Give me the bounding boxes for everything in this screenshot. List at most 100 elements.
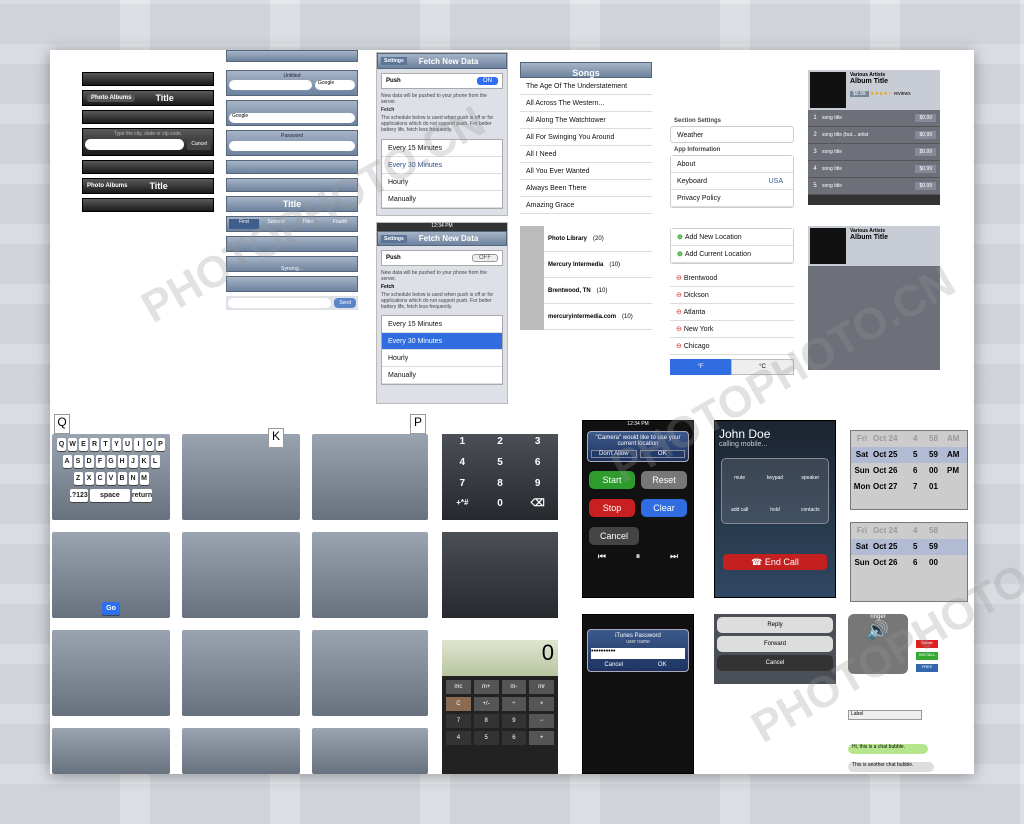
picker-row-selected[interactable]: Sat Oct 25 5 59 bbox=[851, 539, 967, 555]
track-row[interactable]: 5 song title $0.99 bbox=[808, 178, 940, 195]
song-item[interactable]: Always Been There bbox=[520, 180, 652, 197]
segment-fourth[interactable]: Fourth bbox=[325, 219, 355, 229]
start-button[interactable]: Start bbox=[589, 471, 635, 489]
hold-button[interactable]: hold bbox=[757, 491, 792, 523]
key-1[interactable]: 1 bbox=[444, 436, 481, 456]
compose-toolbar[interactable] bbox=[226, 276, 358, 292]
sign-key[interactable]: +/- bbox=[473, 697, 499, 711]
key-5[interactable]: 5 bbox=[482, 457, 519, 477]
key[interactable]: L bbox=[150, 455, 160, 468]
toolbar-icons[interactable] bbox=[226, 236, 358, 252]
speaker-button[interactable]: speaker bbox=[793, 459, 828, 491]
city-search-input[interactable] bbox=[85, 139, 185, 150]
buy-button[interactable]: $0.99 bbox=[915, 131, 936, 139]
message-input[interactable] bbox=[228, 298, 332, 308]
cancel-action-button[interactable]: Cancel bbox=[717, 655, 833, 671]
picker-row[interactable]: Fri Oct 24 4 58 AM bbox=[851, 431, 967, 447]
password-field[interactable] bbox=[229, 141, 355, 151]
key[interactable]: U bbox=[123, 438, 132, 451]
delete-icon[interactable]: ⊖ bbox=[676, 275, 684, 282]
city-row[interactable]: ⊖ Dickson bbox=[670, 287, 794, 304]
celsius-segment[interactable]: °C bbox=[731, 359, 794, 375]
fetch-option-30[interactable]: Every 30 Minutes bbox=[382, 157, 502, 174]
google-search-field[interactable]: Google bbox=[315, 80, 355, 90]
key-6[interactable]: 6 bbox=[519, 457, 556, 477]
push-toggle-off[interactable]: OFF bbox=[472, 254, 498, 262]
song-item[interactable]: All I Need bbox=[520, 146, 652, 163]
fetch-option-manual[interactable]: Manually bbox=[382, 191, 502, 208]
key-symbols[interactable]: +*# bbox=[444, 498, 481, 518]
song-item[interactable]: Amazing Grace bbox=[520, 197, 652, 214]
clear-button[interactable]: Clear bbox=[641, 499, 687, 517]
mute-button[interactable]: mute bbox=[722, 459, 757, 491]
cancel-button[interactable]: Cancel bbox=[187, 139, 211, 150]
toolbar-actions-dark-2[interactable] bbox=[82, 198, 214, 212]
reply-button[interactable]: Reply bbox=[717, 617, 833, 633]
key[interactable]: O bbox=[145, 438, 154, 451]
mminus-key[interactable]: m- bbox=[501, 680, 527, 694]
settings-back-button[interactable]: Settings bbox=[381, 57, 407, 65]
key[interactable]: A bbox=[62, 455, 72, 468]
add-new-location-row[interactable]: ⊕ Add New Location bbox=[671, 229, 793, 246]
delete-icon[interactable]: ⊖ bbox=[676, 292, 684, 299]
pause-icon[interactable]: ⏸ bbox=[636, 551, 641, 562]
key[interactable]: Y bbox=[112, 438, 121, 451]
city-row[interactable]: ⊖ Atlanta bbox=[670, 304, 794, 321]
key[interactable]: W bbox=[68, 438, 77, 451]
itunes-ok-button[interactable]: OK bbox=[639, 662, 685, 668]
key-9[interactable]: 9 bbox=[519, 478, 556, 498]
media-row[interactable]: Brentwood, TN (10) bbox=[520, 277, 652, 304]
delete-icon[interactable]: ⊖ bbox=[676, 326, 684, 333]
blue-action-toolbar[interactable] bbox=[226, 178, 358, 192]
about-row[interactable]: About bbox=[671, 156, 793, 173]
backspace-key[interactable]: ⌫ bbox=[519, 498, 556, 518]
go-key[interactable]: Go bbox=[102, 602, 120, 615]
key[interactable]: B bbox=[117, 472, 127, 485]
end-call-button[interactable]: ☎ End Call bbox=[723, 554, 827, 570]
picker-row[interactable]: Sun Oct 26 6 00 bbox=[851, 555, 967, 571]
fetch2-option-30-selected[interactable]: Every 30 Minutes bbox=[382, 333, 502, 350]
song-item[interactable]: All For Swinging You Around bbox=[520, 129, 652, 146]
url-field[interactable] bbox=[229, 80, 312, 90]
key[interactable]: I bbox=[134, 438, 143, 451]
key[interactable]: M bbox=[139, 472, 149, 485]
numbers-key[interactable]: .?123 bbox=[69, 489, 88, 502]
dont-allow-button[interactable]: Don't Allow bbox=[591, 450, 637, 458]
key-5[interactable]: 5 bbox=[473, 731, 499, 745]
key[interactable]: X bbox=[84, 472, 94, 485]
city-row[interactable]: ⊖ Chicago bbox=[670, 338, 794, 355]
settings-back-button-2[interactable]: Settings bbox=[381, 234, 407, 243]
media-row[interactable]: Mercury Intermedia (10) bbox=[520, 251, 652, 278]
fetch2-option-hourly[interactable]: Hourly bbox=[382, 350, 502, 367]
clear-key[interactable]: C bbox=[446, 697, 471, 711]
keypad-button[interactable]: keypad bbox=[757, 459, 792, 491]
key[interactable]: E bbox=[79, 438, 88, 451]
key-3[interactable]: 3 bbox=[519, 436, 556, 456]
picker-row[interactable]: Sun Oct 26 6 00 PM bbox=[851, 463, 967, 479]
track-row[interactable]: 3 song title $0.99 bbox=[808, 144, 940, 161]
key[interactable]: T bbox=[101, 438, 110, 451]
key[interactable]: H bbox=[117, 455, 127, 468]
itunes-password-field[interactable]: •••••••••• bbox=[591, 648, 685, 659]
buy-button[interactable]: $0.99 bbox=[915, 114, 936, 122]
key-6[interactable]: 6 bbox=[501, 731, 527, 745]
track-row[interactable]: 2 song title (but... artist $0.99 bbox=[808, 127, 940, 144]
picker-row-selected[interactable]: Sat Oct 25 5 59 AM bbox=[851, 447, 967, 463]
cancel-button[interactable]: Cancel bbox=[589, 527, 639, 545]
mr-key[interactable]: mr bbox=[529, 680, 554, 694]
fetch-option-15[interactable]: Every 15 Minutes bbox=[382, 140, 502, 157]
song-item[interactable]: All Along The Watchtower bbox=[520, 112, 652, 129]
toolbar-actions-dark[interactable] bbox=[82, 110, 214, 124]
key[interactable]: C bbox=[95, 472, 105, 485]
track-row[interactable]: 4 song title $0.99 bbox=[808, 161, 940, 178]
blue-media-toolbar[interactable] bbox=[226, 160, 358, 174]
label-select[interactable]: Label bbox=[848, 710, 922, 720]
reset-button[interactable]: Reset bbox=[641, 471, 687, 489]
photo-albums-button[interactable]: Photo Albums bbox=[87, 94, 136, 102]
key-4[interactable]: 4 bbox=[444, 457, 481, 477]
keyboard-row[interactable]: Keyboard USA bbox=[671, 173, 793, 190]
key[interactable]: Q bbox=[57, 438, 66, 451]
mc-key[interactable]: mc bbox=[446, 680, 471, 694]
return-key[interactable]: return bbox=[131, 489, 153, 502]
buy-button[interactable]: $0.99 bbox=[915, 165, 936, 173]
